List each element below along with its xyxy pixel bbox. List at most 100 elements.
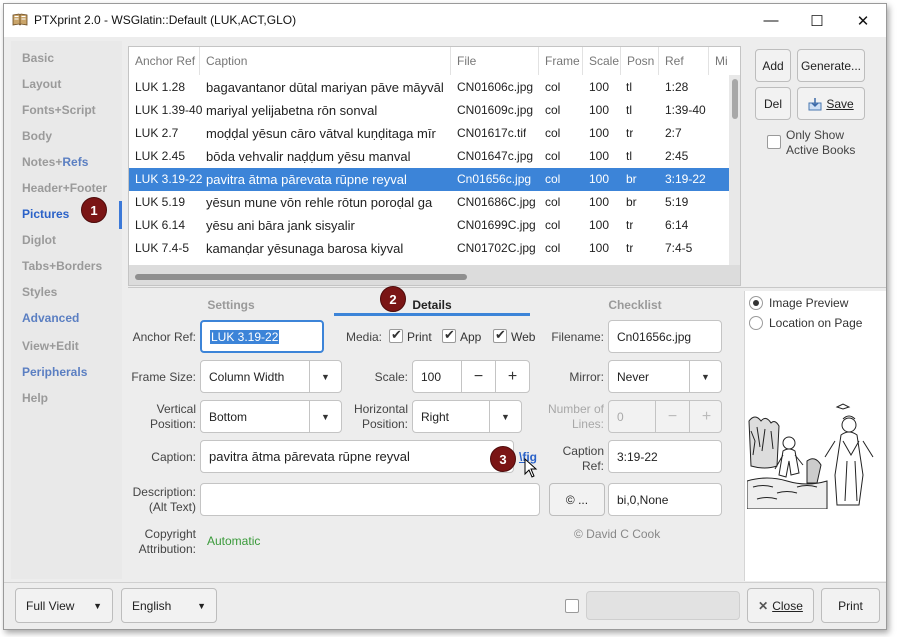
cell-anchor-ref: LUK 1.39-40 [135, 103, 203, 117]
caption-ref-label-2: Ref: [581, 459, 604, 473]
table-row[interactable]: LUK 1.28 bagavantanor dūtal mariyan pāve… [129, 76, 729, 99]
column-header-anchor-ref[interactable]: Anchor Ref [129, 47, 200, 75]
column-header-file[interactable]: File [451, 47, 539, 75]
add-button[interactable]: Add [755, 49, 791, 82]
plus-icon[interactable]: + [495, 361, 529, 392]
vertical-position-value: Bottom [209, 409, 248, 424]
cell-anchor-ref: LUK 2.45 [135, 149, 186, 163]
generate-button[interactable]: Generate... [797, 49, 865, 82]
sidebar-item-basic[interactable]: Basic [22, 51, 54, 65]
sidebar-item-pictures[interactable]: Pictures [22, 207, 69, 221]
scale-stepper[interactable]: 100 − + [412, 360, 530, 393]
description-input[interactable] [200, 483, 540, 516]
cell-posn: tr [626, 126, 634, 140]
minus-icon: − [655, 401, 689, 432]
horizontal-position-select[interactable]: Right ▼ [412, 400, 522, 433]
frame-size-value: Column Width [209, 369, 285, 384]
vertical-scrollbar-thumb[interactable] [732, 79, 738, 119]
tab-checklist[interactable]: Checklist [530, 294, 740, 316]
column-header-caption[interactable]: Caption [200, 47, 451, 75]
cell-posn: br [626, 172, 637, 186]
table-row[interactable]: LUK 5.19 yēsun mune vōn rehle rōtun poro… [129, 191, 729, 214]
maximize-button[interactable]: ☐ [794, 4, 840, 37]
only-show-active-books-checkbox[interactable] [767, 135, 781, 149]
caption-input[interactable]: pavitra ātma pārevata rūpne reyval [200, 440, 514, 473]
tab-settings[interactable]: Settings [128, 294, 334, 316]
sidebar-item-help[interactable]: Help [22, 391, 48, 405]
pane-divider[interactable] [128, 287, 886, 288]
cell-ref: 1:28 [665, 80, 689, 94]
sidebar-item-fonts-script[interactable]: Fonts+Script [22, 103, 96, 117]
column-header-scale[interactable]: Scale [583, 47, 621, 75]
location-on-page-radio[interactable] [749, 316, 763, 330]
media-web-checkbox[interactable] [493, 327, 507, 343]
copyright-button[interactable]: © ... [549, 483, 605, 516]
image-preview-radio[interactable] [749, 296, 763, 310]
table-row[interactable]: LUK 1.39-40 mariyal yelijabetna rōn sonv… [129, 99, 729, 122]
caption-label: Caption: [151, 450, 196, 464]
window-title: PTXprint 2.0 - WSGlatin::Default (LUK,AC… [34, 13, 297, 27]
chevron-down-icon: ▼ [309, 361, 341, 392]
sidebar-active-indicator [119, 201, 122, 229]
copyright-attribution-label-1: Copyright [144, 527, 196, 541]
save-button[interactable]: Save [797, 87, 865, 120]
cell-file: CN01609c.jpg [457, 103, 534, 117]
column-header-frame[interactable]: Frame [539, 47, 583, 75]
frame-size-select[interactable]: Column Width ▼ [200, 360, 342, 393]
sidebar-item-body[interactable]: Body [22, 129, 52, 143]
table-row[interactable]: LUK 7.4-5 kamanḍar yēsunaga barosa kiyva… [129, 237, 729, 260]
anchor-ref-input[interactable]: LUK 3.19-22 [200, 320, 324, 353]
sidebar-item-peripherals[interactable]: Peripherals [22, 365, 87, 379]
caption-ref-input[interactable]: 3:19-22 [608, 440, 722, 473]
media-app-checkbox[interactable] [442, 327, 456, 343]
media-print-checkbox[interactable] [389, 327, 403, 343]
table-row[interactable]: LUK 6.14 yēsu ani bāra jank sisyalir CN0… [129, 214, 729, 237]
cell-posn: tr [626, 218, 634, 232]
number-of-lines-value: 0 [617, 409, 624, 424]
minimize-button[interactable]: — [748, 4, 794, 37]
sidebar-item-notes-refs[interactable]: Notes+Refs [22, 155, 88, 169]
table-row[interactable]: LUK 2.7 moḍḍal yēsun cāro vātval kuṇḍita… [129, 122, 729, 145]
close-x-icon: ✕ [758, 598, 769, 613]
language-select[interactable]: English ▼ [121, 588, 217, 623]
print-button[interactable]: Print [821, 588, 880, 623]
caption-ref-label-1: Caption [562, 444, 604, 458]
sidebar-item-styles[interactable]: Styles [22, 285, 57, 299]
sidebar-item-diglot[interactable]: Diglot [22, 233, 56, 247]
sidebar-item-tabs-borders[interactable]: Tabs+Borders [22, 259, 102, 273]
view-mode-select[interactable]: Full View ▼ [15, 588, 113, 623]
cell-scale: 100 [589, 149, 610, 163]
minus-icon[interactable]: − [461, 361, 495, 392]
column-header-posn[interactable]: Posn [621, 47, 659, 75]
cell-anchor-ref: LUK 1.28 [135, 80, 186, 94]
close-button[interactable]: ✕ Close [747, 588, 814, 623]
picture-table[interactable]: Anchor Ref Caption File Frame Scale Posn… [128, 46, 741, 286]
delete-button[interactable]: Del [755, 87, 791, 120]
horizontal-scrollbar-thumb[interactable] [135, 274, 467, 280]
media-print-label: Print [407, 330, 432, 344]
vertical-position-select[interactable]: Bottom ▼ [200, 400, 342, 433]
media-web-label: Web [511, 330, 536, 344]
table-row-selected[interactable]: LUK 3.19-22 pavitra ātma pārevata rūpne … [129, 168, 729, 191]
annotation-badge-3: 3 [490, 446, 516, 472]
close-window-button[interactable]: ✕ [840, 4, 886, 37]
tab-details[interactable]: Details [334, 294, 530, 316]
cell-anchor-ref: LUK 5.19 [135, 195, 186, 209]
filename-input[interactable]: Cn01656c.jpg [608, 320, 722, 353]
sidebar-item-advanced[interactable]: Advanced [22, 311, 79, 325]
book-icon [12, 13, 28, 26]
bottom-checkbox[interactable] [565, 599, 579, 613]
sidebar-item-layout[interactable]: Layout [22, 77, 61, 91]
annotation-badge-2: 2 [380, 286, 406, 312]
copyright-code-input[interactable]: bi,0,None [608, 483, 722, 516]
column-header-mirror[interactable]: Mi [709, 47, 729, 75]
save-icon [808, 97, 822, 110]
mirror-label: Mirror: [569, 370, 604, 384]
sidebar-item-view-edit[interactable]: View+Edit [22, 339, 79, 353]
frame-size-label: Frame Size: [131, 370, 196, 384]
chevron-down-icon: ▼ [93, 600, 102, 611]
mirror-select[interactable]: Never ▼ [608, 360, 722, 393]
sidebar-item-header-footer[interactable]: Header+Footer [22, 181, 107, 195]
column-header-ref[interactable]: Ref [659, 47, 709, 75]
table-row[interactable]: LUK 2.45 bōda vehvalir naḍḍum yēsu manva… [129, 145, 729, 168]
